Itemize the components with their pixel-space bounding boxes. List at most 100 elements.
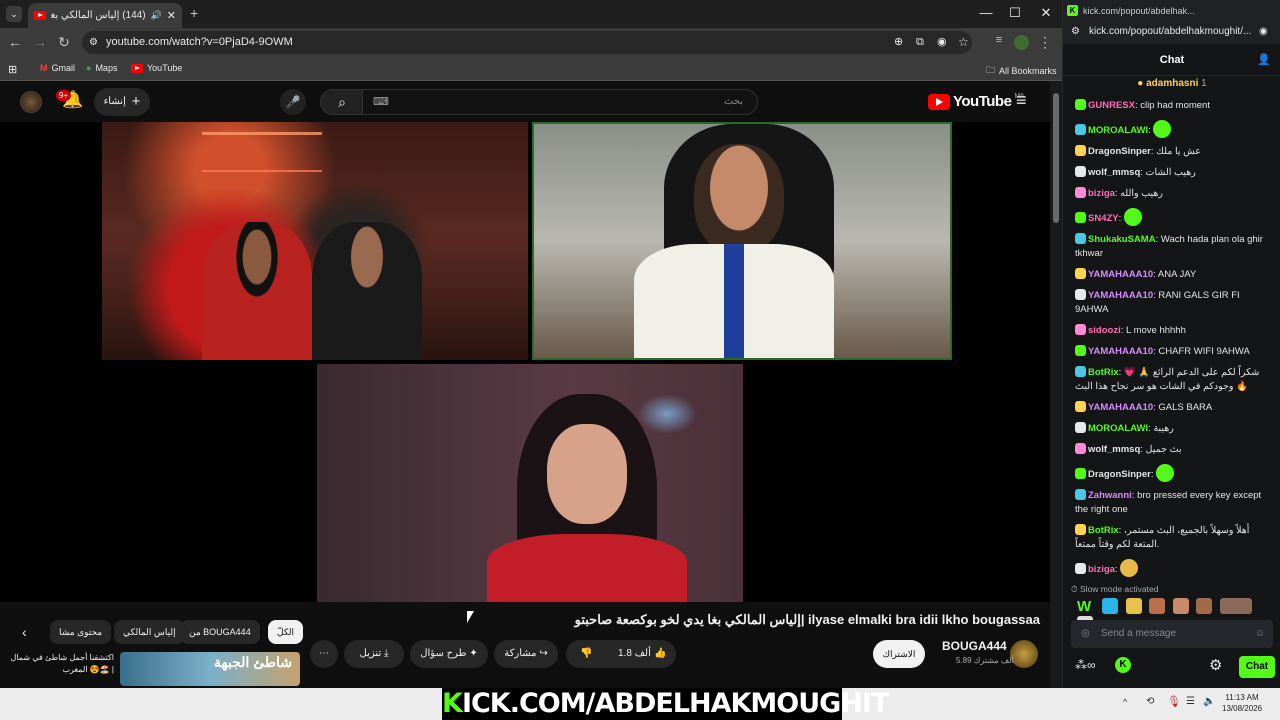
chat-username[interactable]: YAMAHAAA10: [1088, 346, 1153, 357]
emote-icon[interactable]: [1196, 597, 1213, 614]
apps-icon[interactable]: ⊞: [8, 63, 17, 76]
chip-all[interactable]: الكلّ: [268, 620, 304, 644]
community-icon[interactable]: ⁂∞: [1075, 658, 1096, 672]
chat-username[interactable]: GUNRESX: [1088, 100, 1135, 111]
chat-message[interactable]: biziga: رهيب والله: [1075, 187, 1263, 201]
url-field[interactable]: ⚙ youtube.com/watch?v=0PjaD4-9OWM ⊕ ⧉ ◉ …: [82, 31, 972, 54]
emote-w-icon[interactable]: W: [1077, 598, 1095, 615]
chat-message[interactable]: DragonSinper:: [1075, 464, 1263, 482]
site-info-icon[interactable]: ⚙: [89, 31, 98, 54]
emote-icon[interactable]: [1172, 597, 1189, 614]
like-icon[interactable]: 👍: [654, 640, 666, 668]
share-button[interactable]: مشاركة ↪: [494, 640, 558, 668]
minimize-button[interactable]: —: [976, 5, 996, 20]
guide-menu-icon[interactable]: ≡: [1016, 90, 1027, 111]
channel-avatar[interactable]: [1010, 640, 1038, 668]
new-tab-button[interactable]: +: [190, 5, 198, 21]
chat-message[interactable]: wolf_mmsq: بث جميل: [1075, 443, 1263, 457]
tray-volume-icon[interactable]: 🔈: [1203, 696, 1215, 707]
chat-username[interactable]: YAMAHAAA10: [1088, 402, 1153, 413]
chat-message[interactable]: ShukakuSAMA: Wach hada plan ola ghir tkh…: [1075, 233, 1263, 261]
tab-close-icon[interactable]: ✕: [167, 9, 176, 22]
eye-off-icon[interactable]: ◉: [1259, 22, 1268, 42]
users-icon[interactable]: 👤: [1257, 44, 1271, 76]
chat-username[interactable]: biziga: [1088, 564, 1115, 575]
chat-username[interactable]: ShukakuSAMA: [1088, 234, 1156, 245]
scrollbar-thumb[interactable]: [1053, 93, 1059, 223]
chat-username[interactable]: YAMAHAAA10: [1088, 269, 1153, 280]
chat-message[interactable]: MOROALAWI:: [1075, 120, 1263, 138]
chat-message[interactable]: GUNRESX: clip had moment: [1075, 99, 1263, 113]
maximize-button[interactable]: ☐: [1005, 5, 1025, 21]
tab-youtube[interactable]: (144) إلياس المالكي بغا يدي ل 🔊 ✕: [28, 3, 182, 28]
emote-bar[interactable]: W: [1077, 597, 1277, 632]
chat-message[interactable]: YAMAHAAA10: GALS BARA: [1075, 401, 1263, 415]
chat-username[interactable]: wolf_mmsq: [1088, 167, 1140, 178]
emote-icon[interactable]: [1125, 597, 1142, 614]
site-info-icon[interactable]: ⚙: [1071, 22, 1080, 42]
chat-message[interactable]: BotRix: شكراً لكم على الدعم الرائع 🙏 💗 و…: [1075, 366, 1263, 394]
like-count[interactable]: 1.8 ألف: [618, 640, 651, 668]
chat-message[interactable]: biziga:: [1075, 559, 1263, 577]
recommended-title[interactable]: اكتشفنا أجمل شاطئ في شمال المغرب 😍🏖️ |: [6, 652, 114, 676]
chat-username[interactable]: wolf_mmsq: [1088, 444, 1140, 455]
chat-username[interactable]: SN4ZY: [1088, 213, 1119, 224]
chat-username[interactable]: biziga: [1088, 188, 1115, 199]
reload-icon[interactable]: ↻: [55, 34, 73, 51]
audio-icon[interactable]: 🔊: [151, 10, 162, 21]
tray-wifi-icon[interactable]: ☰: [1186, 696, 1195, 707]
menu-kebab-icon[interactable]: ⋮: [1036, 34, 1054, 51]
emote-icon[interactable]: [1102, 597, 1119, 614]
download-button[interactable]: تنزيل ⤓: [344, 640, 404, 668]
chat-username[interactable]: BotRix: [1088, 525, 1119, 536]
bookmark-maps[interactable]: ● Maps: [86, 63, 117, 73]
chat-message[interactable]: YAMAHAAA10: CHAFR WIFI 9AHWA: [1075, 345, 1263, 359]
keyboard-icon[interactable]: ⌨: [373, 90, 389, 114]
user-avatar[interactable]: [20, 91, 42, 113]
chip-elmalki[interactable]: إلياس المالكي: [114, 620, 185, 644]
chip-from-channel[interactable]: من BOUGA444: [180, 620, 260, 644]
chat-username[interactable]: BotRix: [1088, 367, 1119, 378]
kick-logo-icon[interactable]: K: [1115, 657, 1131, 673]
chat-username[interactable]: DragonSinper: [1088, 469, 1151, 480]
tray-up-icon[interactable]: ^: [1123, 697, 1127, 707]
tab-search-button[interactable]: ⌄: [6, 6, 22, 22]
chat-message[interactable]: DragonSinper: عش يا ملك: [1075, 145, 1263, 159]
chip-partial[interactable]: محتوى مشا: [50, 620, 112, 644]
chat-messages[interactable]: GUNRESX: clip had moment MOROALAWI: Drago…: [1063, 96, 1273, 580]
send-message-input[interactable]: ◎ Send a message ☺: [1071, 620, 1273, 648]
pinned-user[interactable]: adamhasni: [1146, 78, 1198, 89]
bookmark-gmail[interactable]: M Gmail: [40, 63, 75, 73]
tray-mic-icon[interactable]: 🎙: [1167, 695, 1181, 708]
video-player[interactable]: [0, 122, 1050, 670]
more-actions-button[interactable]: ⋯: [310, 640, 338, 668]
emoji-icon[interactable]: ☺: [1255, 620, 1265, 648]
chat-username[interactable]: YAMAHAAA10: [1088, 290, 1153, 301]
chat-send-button[interactable]: Chat: [1239, 656, 1275, 678]
chat-username[interactable]: sidoozi: [1088, 325, 1121, 336]
all-bookmarks[interactable]: 🗀 All Bookmarks: [986, 63, 1057, 79]
search-input[interactable]: بحث ⌨: [362, 89, 758, 115]
ask-button[interactable]: طرح سؤال ✦: [410, 640, 488, 668]
chat-username[interactable]: MOROALAWI: [1088, 125, 1148, 136]
chat-message[interactable]: YAMAHAAA10: RANI GALS GIR FI 9AHWA: [1075, 289, 1263, 317]
bookmark-star-icon[interactable]: ☆: [958, 31, 969, 54]
tray-network-icon[interactable]: ⟲: [1146, 696, 1154, 707]
chat-username[interactable]: MOROALAWI: [1088, 423, 1148, 434]
subscribe-button[interactable]: الاشتراك: [873, 640, 925, 668]
chat-mode-icon[interactable]: ◎: [1081, 620, 1090, 648]
cast-icon[interactable]: ⧉: [916, 31, 924, 54]
emote-icon[interactable]: [1219, 597, 1252, 614]
settings-gear-icon[interactable]: ⚙: [1209, 656, 1222, 674]
chat-username[interactable]: DragonSinper: [1088, 146, 1151, 157]
chat-message[interactable]: Zahwanni: bro pressed every key except t…: [1075, 489, 1263, 517]
create-button[interactable]: إنشاء +: [94, 88, 150, 116]
chat-message[interactable]: wolf_mmsq: رهيب الشات: [1075, 166, 1263, 180]
bookmark-youtube[interactable]: YouTube: [131, 63, 182, 73]
close-window-button[interactable]: ✕: [1036, 5, 1056, 21]
reading-list-icon[interactable]: ≡: [990, 34, 1008, 46]
recommended-thumbnail[interactable]: شاطئ الجبهة: [120, 652, 300, 686]
chat-message[interactable]: sidoozi: L move hhhhh: [1075, 324, 1263, 338]
chat-message[interactable]: MOROALAWI: رهيبة: [1075, 422, 1263, 436]
search-button[interactable]: ⌕: [320, 89, 364, 115]
